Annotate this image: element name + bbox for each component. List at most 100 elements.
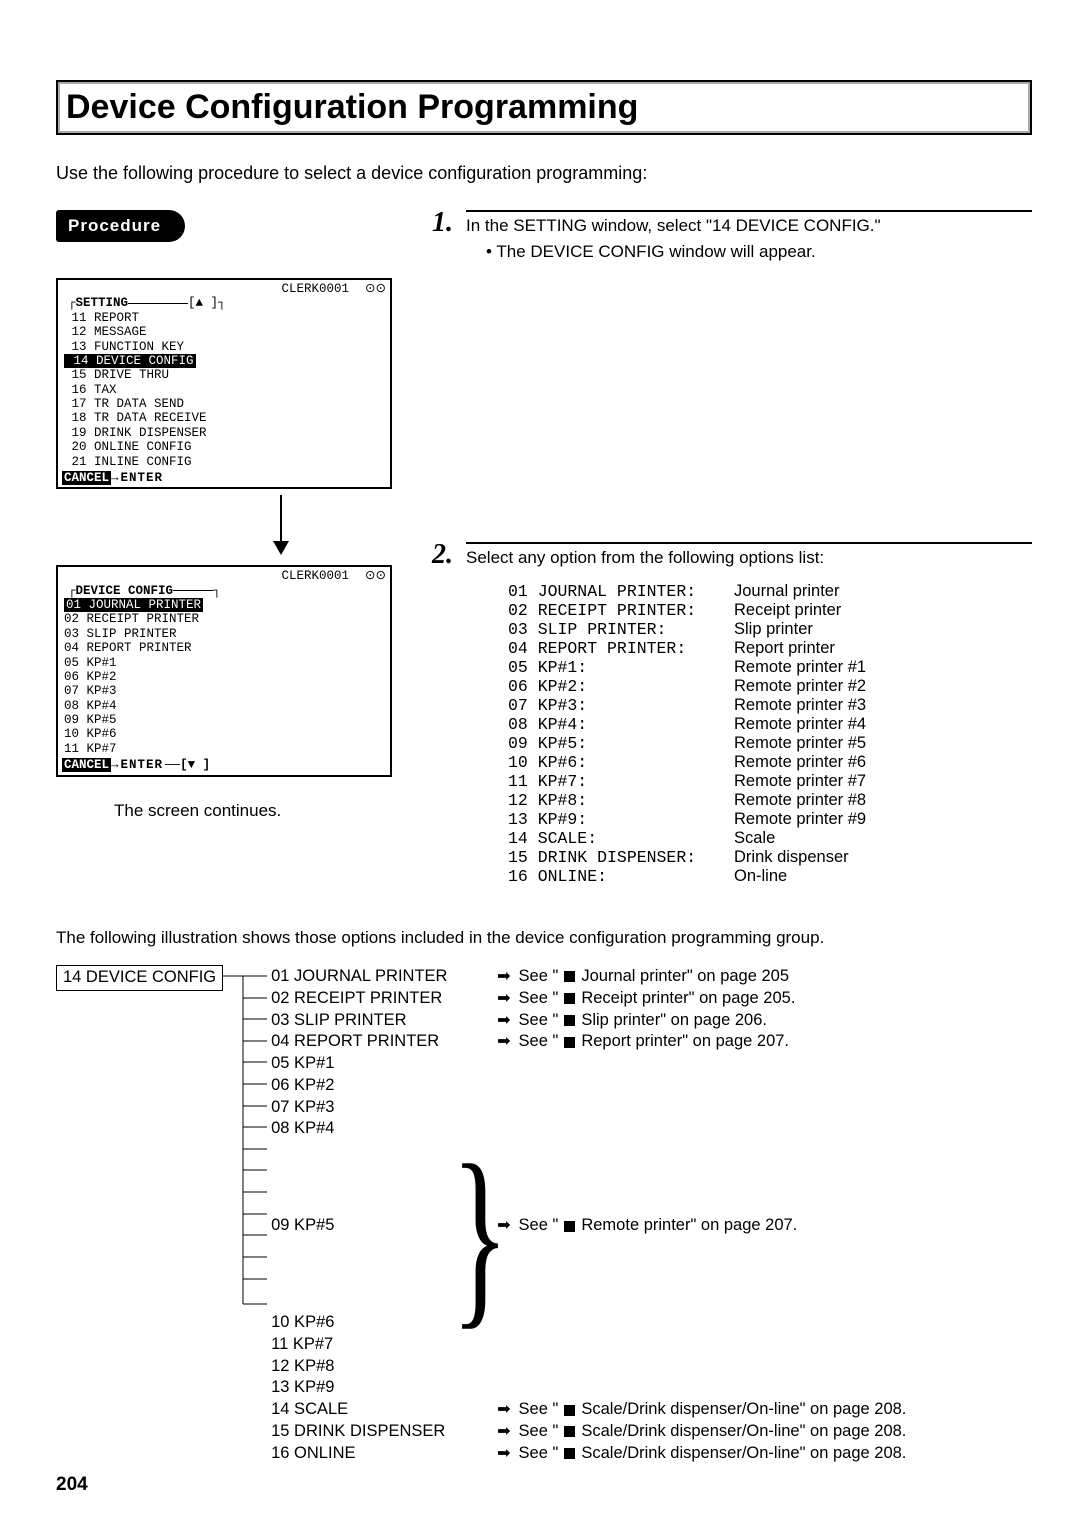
arrow-right-icon <box>497 1031 514 1053</box>
tree-item-label: 07 KP#3 <box>271 1097 471 1119</box>
options-list: 01 JOURNAL PRINTER:Journal printer02 REC… <box>508 582 1032 886</box>
tree-item-label: 13 KP#9 <box>271 1377 471 1399</box>
tree-row: 08 KP#4 <box>271 1118 906 1140</box>
option-desc: Remote printer #5 <box>734 734 866 753</box>
setting-menu-item: 19 DRINK DISPENSER <box>64 426 384 440</box>
option-desc: Remote printer #3 <box>734 696 866 715</box>
tree-row: 03 SLIP PRINTERSee " Slip printer" on pa… <box>271 1010 906 1032</box>
black-square-icon <box>564 1448 575 1459</box>
page: Device Configuration Programming Use the… <box>0 0 1080 1536</box>
step-2-text: Select any option from the following opt… <box>466 548 1032 568</box>
option-desc: Slip printer <box>734 620 813 639</box>
arrow-right-icon <box>497 988 514 1010</box>
clerk-id-2: CLERK0001 <box>282 569 350 583</box>
terminal1-scroll: [▲ ] <box>188 296 218 310</box>
option-desc: Remote printer #6 <box>734 753 866 772</box>
tree-item-label: 04 REPORT PRINTER <box>271 1031 471 1053</box>
option-row: 10 KP#6:Remote printer #6 <box>508 753 1032 772</box>
tree-ref: See " Report printer" on page 207. <box>497 1031 789 1053</box>
record-icon: ⊙⊙ <box>365 282 386 296</box>
page-title: Device Configuration Programming <box>60 84 1028 131</box>
tree-ref: See " Scale/Drink dispenser/On-line" on … <box>497 1421 906 1443</box>
tree-row: 12 KP#8 <box>271 1356 906 1378</box>
option-row: 12 KP#8:Remote printer #8 <box>508 791 1032 810</box>
terminal1-enter: ENTER <box>119 471 166 485</box>
setting-menu-item: 21 INLINE CONFIG <box>64 455 384 469</box>
option-code: 05 KP#1: <box>508 658 728 677</box>
option-code: 16 ONLINE: <box>508 867 728 886</box>
terminal1-title: SETTING <box>76 296 129 310</box>
black-square-icon <box>564 1037 575 1048</box>
option-desc: Receipt printer <box>734 601 841 620</box>
setting-menu-item: 11 REPORT <box>64 311 384 325</box>
device-menu-item: 01 JOURNAL PRINTER <box>64 598 203 612</box>
device-menu-item: 07 KP#3 <box>64 684 384 698</box>
black-square-icon <box>564 993 575 1004</box>
tree-row: 02 RECEIPT PRINTERSee " Receipt printer"… <box>271 988 906 1010</box>
terminal2-title: DEVICE CONFIG <box>76 584 174 598</box>
tree-ref: See " Remote printer" on page 207. <box>497 1215 797 1237</box>
step-1-bullet: The DEVICE CONFIG window will appear. <box>486 242 1032 262</box>
terminal2-scroll: [▼ ] <box>180 758 210 772</box>
tree-connector-icon <box>223 966 271 1314</box>
brace-icon: } <box>471 1140 497 1312</box>
option-desc: Journal printer <box>734 582 839 601</box>
setting-menu-item: 16 TAX <box>64 383 384 397</box>
option-row: 16 ONLINE:On-line <box>508 867 1032 886</box>
option-desc: Remote printer #9 <box>734 810 866 829</box>
arrow-down-icon <box>146 495 416 555</box>
device-menu-item: 04 REPORT PRINTER <box>64 641 384 655</box>
option-code: 03 SLIP PRINTER: <box>508 620 728 639</box>
option-desc: Remote printer #1 <box>734 658 866 677</box>
device-menu-item: 11 KP#7 <box>64 742 384 756</box>
device-menu-item: 09 KP#5 <box>64 713 384 727</box>
option-row: 02 RECEIPT PRINTER: Receipt printer <box>508 601 1032 620</box>
option-row: 07 KP#3:Remote printer #3 <box>508 696 1032 715</box>
tree-row: 13 KP#9 <box>271 1377 906 1399</box>
option-row: 11 KP#7:Remote printer #7 <box>508 772 1032 791</box>
option-row: 13 KP#9:Remote printer #9 <box>508 810 1032 829</box>
tree-row: 09 KP#5}See " Remote printer" on page 20… <box>271 1140 906 1312</box>
tree-item-label: 01 JOURNAL PRINTER <box>271 966 471 988</box>
setting-menu-item: 14 DEVICE CONFIG <box>64 354 196 368</box>
device-menu-item: 02 RECEIPT PRINTER <box>64 612 384 626</box>
option-row: 09 KP#5: Remote printer #5 <box>508 734 1032 753</box>
option-code: 09 KP#5: <box>508 734 728 753</box>
option-row: 05 KP#1: Remote printer #1 <box>508 658 1032 677</box>
option-code: 02 RECEIPT PRINTER: <box>508 601 728 620</box>
tree-row: 10 KP#6 <box>271 1312 906 1334</box>
black-square-icon <box>564 971 575 982</box>
tree-row: 01 JOURNAL PRINTERSee " Journal printer"… <box>271 966 906 988</box>
tree-item-label: 14 SCALE <box>271 1399 471 1421</box>
black-square-icon <box>564 1015 575 1026</box>
setting-menu-item: 15 DRIVE THRU <box>64 368 384 382</box>
step-1-number: 1. <box>432 210 460 262</box>
terminal2-cancel: CANCEL <box>62 758 111 772</box>
tree-row: 07 KP#3 <box>271 1097 906 1119</box>
tree-root: 14 DEVICE CONFIG <box>56 965 223 991</box>
tree-row: 06 KP#2 <box>271 1075 906 1097</box>
option-row: 03 SLIP PRINTER: Slip printer <box>508 620 1032 639</box>
option-desc: Remote printer #2 <box>734 677 866 696</box>
option-code: 15 DRINK DISPENSER: <box>508 848 728 867</box>
tree-item-label: 09 KP#5 <box>271 1215 471 1237</box>
page-number: 204 <box>56 1474 1032 1496</box>
option-row: 08 KP#4:Remote printer #4 <box>508 715 1032 734</box>
record-icon-2: ⊙⊙ <box>365 569 386 583</box>
option-row: 06 KP#2:Remote printer #2 <box>508 677 1032 696</box>
arrow-right-icon <box>497 1421 514 1443</box>
device-menu-item: 06 KP#2 <box>64 670 384 684</box>
device-menu-item: 10 KP#6 <box>64 727 384 741</box>
title-bar: Device Configuration Programming <box>56 80 1032 135</box>
intro-text: Use the following procedure to select a … <box>56 163 1032 184</box>
option-row: 14 SCALE:Scale <box>508 829 1032 848</box>
tree-row: 16 ONLINESee " Scale/Drink dispenser/On-… <box>271 1443 906 1465</box>
tree-ref: See " Slip printer" on page 206. <box>497 1010 767 1032</box>
option-row: 01 JOURNAL PRINTER: Journal printer <box>508 582 1032 601</box>
arrow-right-icon <box>497 1443 514 1465</box>
setting-menu-item: 13 FUNCTION KEY <box>64 340 384 354</box>
setting-terminal: CLERK0001 ⊙⊙ ┌SETTING [▲ ] ┐ 11 REPORT 1… <box>56 278 392 489</box>
tree-item-label: 16 ONLINE <box>271 1443 471 1465</box>
option-code: 01 JOURNAL PRINTER: <box>508 582 728 601</box>
terminal2-enter: ENTER <box>119 758 166 772</box>
